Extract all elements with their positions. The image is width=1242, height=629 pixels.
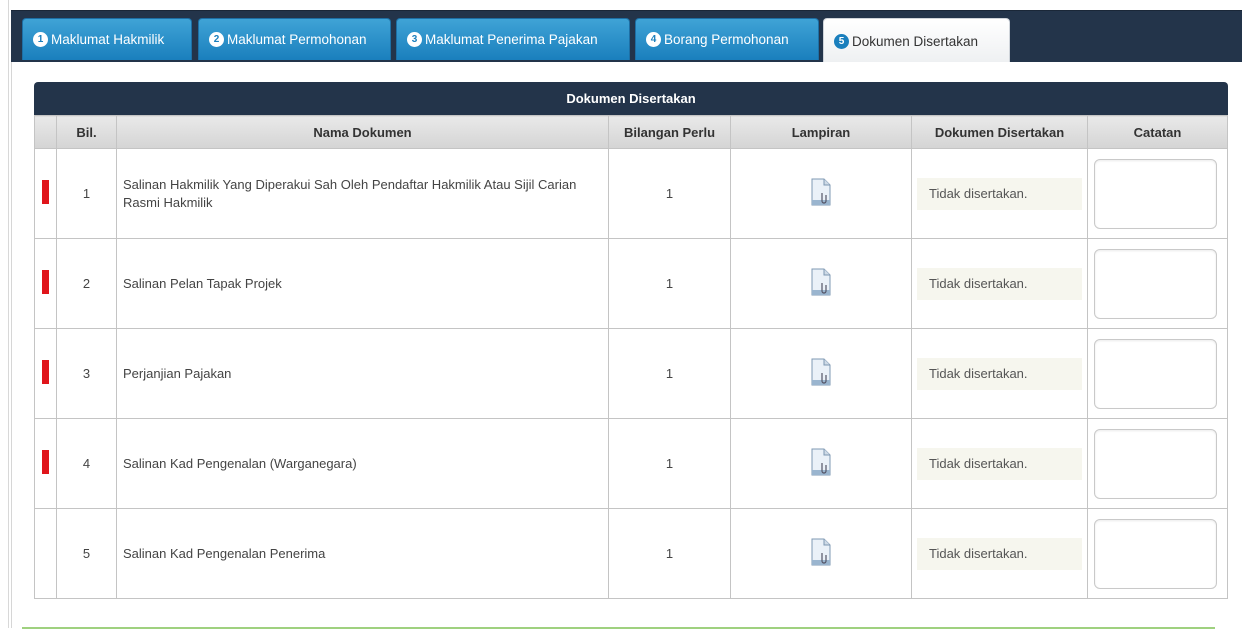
row-lampiran (730, 238, 912, 329)
row-catatan-cell (1087, 328, 1228, 419)
file-attachment-icon[interactable] (810, 358, 832, 386)
status-text: Tidak disertakan. (917, 537, 1082, 570)
table-row: 2 Salinan Pelan Tapak Projek 1 Tidak dis… (34, 238, 1228, 329)
row-status-cell: Tidak disertakan. (911, 238, 1088, 329)
row-document-name: Salinan Kad Pengenalan (Warganegara) (116, 418, 609, 509)
required-marker-cell (34, 238, 57, 329)
status-text: Tidak disertakan. (917, 357, 1082, 390)
tab-content-panel: Dokumen Disertakan Bil. Nama Dokumen Bil… (11, 62, 1242, 628)
row-status-cell: Tidak disertakan. (911, 418, 1088, 509)
row-catatan-cell (1087, 148, 1228, 239)
required-marker (42, 270, 49, 294)
catatan-input[interactable] (1094, 338, 1217, 409)
table-row: 4 Salinan Kad Pengenalan (Warganegara) 1… (34, 418, 1228, 509)
step-number-badge: 4 (646, 32, 661, 47)
row-catatan-cell (1087, 418, 1228, 509)
tab-label: Borang Permohonan (664, 32, 789, 47)
header-lampiran: Lampiran (730, 115, 912, 149)
row-lampiran (730, 418, 912, 509)
table-header-row: Bil. Nama Dokumen Bilangan Perlu Lampira… (34, 115, 1228, 149)
catatan-input[interactable] (1094, 248, 1217, 319)
tab-maklumat-permohonan[interactable]: 2 Maklumat Permohonan (198, 18, 391, 60)
row-bil: 2 (56, 238, 117, 329)
step-number-badge: 5 (834, 33, 849, 49)
table-row: 3 Perjanjian Pajakan 1 Tidak disertakan. (34, 328, 1228, 419)
row-document-name: Perjanjian Pajakan (116, 328, 609, 419)
row-bilangan: 1 (608, 328, 731, 419)
step-number-badge: 1 (33, 32, 48, 47)
header-nama-dokumen: Nama Dokumen (116, 115, 609, 149)
row-lampiran (730, 148, 912, 239)
catatan-input[interactable] (1094, 518, 1217, 589)
tab-label: Maklumat Hakmilik (51, 32, 165, 47)
left-border (8, 0, 9, 628)
header-bilangan-perlu: Bilangan Perlu (608, 115, 731, 149)
catatan-input[interactable] (1094, 158, 1217, 229)
tab-borang-permohonan[interactable]: 4 Borang Permohonan (635, 18, 819, 60)
row-catatan-cell (1087, 238, 1228, 329)
file-attachment-icon[interactable] (810, 268, 832, 296)
wizard-tab-bar: 1 Maklumat Hakmilik 2 Maklumat Permohona… (11, 10, 1242, 63)
tab-maklumat-penerima-pajakan[interactable]: 3 Maklumat Penerima Pajakan (396, 18, 630, 60)
row-status-cell: Tidak disertakan. (911, 148, 1088, 239)
file-attachment-icon[interactable] (810, 178, 832, 206)
file-attachment-icon[interactable] (810, 448, 832, 476)
row-bilangan: 1 (608, 148, 731, 239)
required-marker-cell (34, 418, 57, 509)
row-bilangan: 1 (608, 418, 731, 509)
table-caption: Dokumen Disertakan (34, 82, 1228, 115)
required-marker-cell (34, 148, 57, 239)
row-bil: 4 (56, 418, 117, 509)
tab-label: Dokumen Disertakan (852, 33, 979, 49)
row-bil: 5 (56, 508, 117, 599)
status-text: Tidak disertakan. (917, 447, 1082, 480)
status-text: Tidak disertakan. (917, 177, 1082, 210)
row-lampiran (730, 508, 912, 599)
tab-dokumen-disertakan[interactable]: 5 Dokumen Disertakan (823, 18, 1010, 63)
table-row: 5 Salinan Kad Pengenalan Penerima 1 Tida… (34, 508, 1228, 599)
header-dokumen-disertakan: Dokumen Disertakan (911, 115, 1088, 149)
row-bil: 1 (56, 148, 117, 239)
tab-label: Maklumat Penerima Pajakan (425, 32, 598, 47)
row-lampiran (730, 328, 912, 419)
row-catatan-cell (1087, 508, 1228, 599)
required-marker (42, 180, 49, 204)
row-status-cell: Tidak disertakan. (911, 508, 1088, 599)
row-document-name: Salinan Pelan Tapak Projek (116, 238, 609, 329)
top-strip (0, 0, 1242, 10)
row-bilangan: 1 (608, 508, 731, 599)
header-bil: Bil. (56, 115, 117, 149)
status-text: Tidak disertakan. (917, 267, 1082, 300)
row-bil: 3 (56, 328, 117, 419)
header-catatan: Catatan (1087, 115, 1228, 149)
tab-maklumat-hakmilik[interactable]: 1 Maklumat Hakmilik (22, 18, 192, 60)
required-marker (42, 360, 49, 384)
catatan-input[interactable] (1094, 428, 1217, 499)
documents-table: Dokumen Disertakan Bil. Nama Dokumen Bil… (34, 82, 1228, 599)
required-marker-cell (34, 328, 57, 419)
file-attachment-icon[interactable] (810, 538, 832, 566)
required-marker (42, 450, 49, 474)
required-marker-cell (34, 508, 57, 599)
step-number-badge: 3 (407, 32, 422, 47)
header-marker (34, 115, 57, 149)
step-number-badge: 2 (209, 32, 224, 47)
row-status-cell: Tidak disertakan. (911, 328, 1088, 419)
row-document-name: Salinan Kad Pengenalan Penerima (116, 508, 609, 599)
tab-label: Maklumat Permohonan (227, 32, 367, 47)
table-row: 1 Salinan Hakmilik Yang Diperakui Sah Ol… (34, 148, 1228, 239)
row-document-name: Salinan Hakmilik Yang Diperakui Sah Oleh… (116, 148, 609, 239)
row-bilangan: 1 (608, 238, 731, 329)
